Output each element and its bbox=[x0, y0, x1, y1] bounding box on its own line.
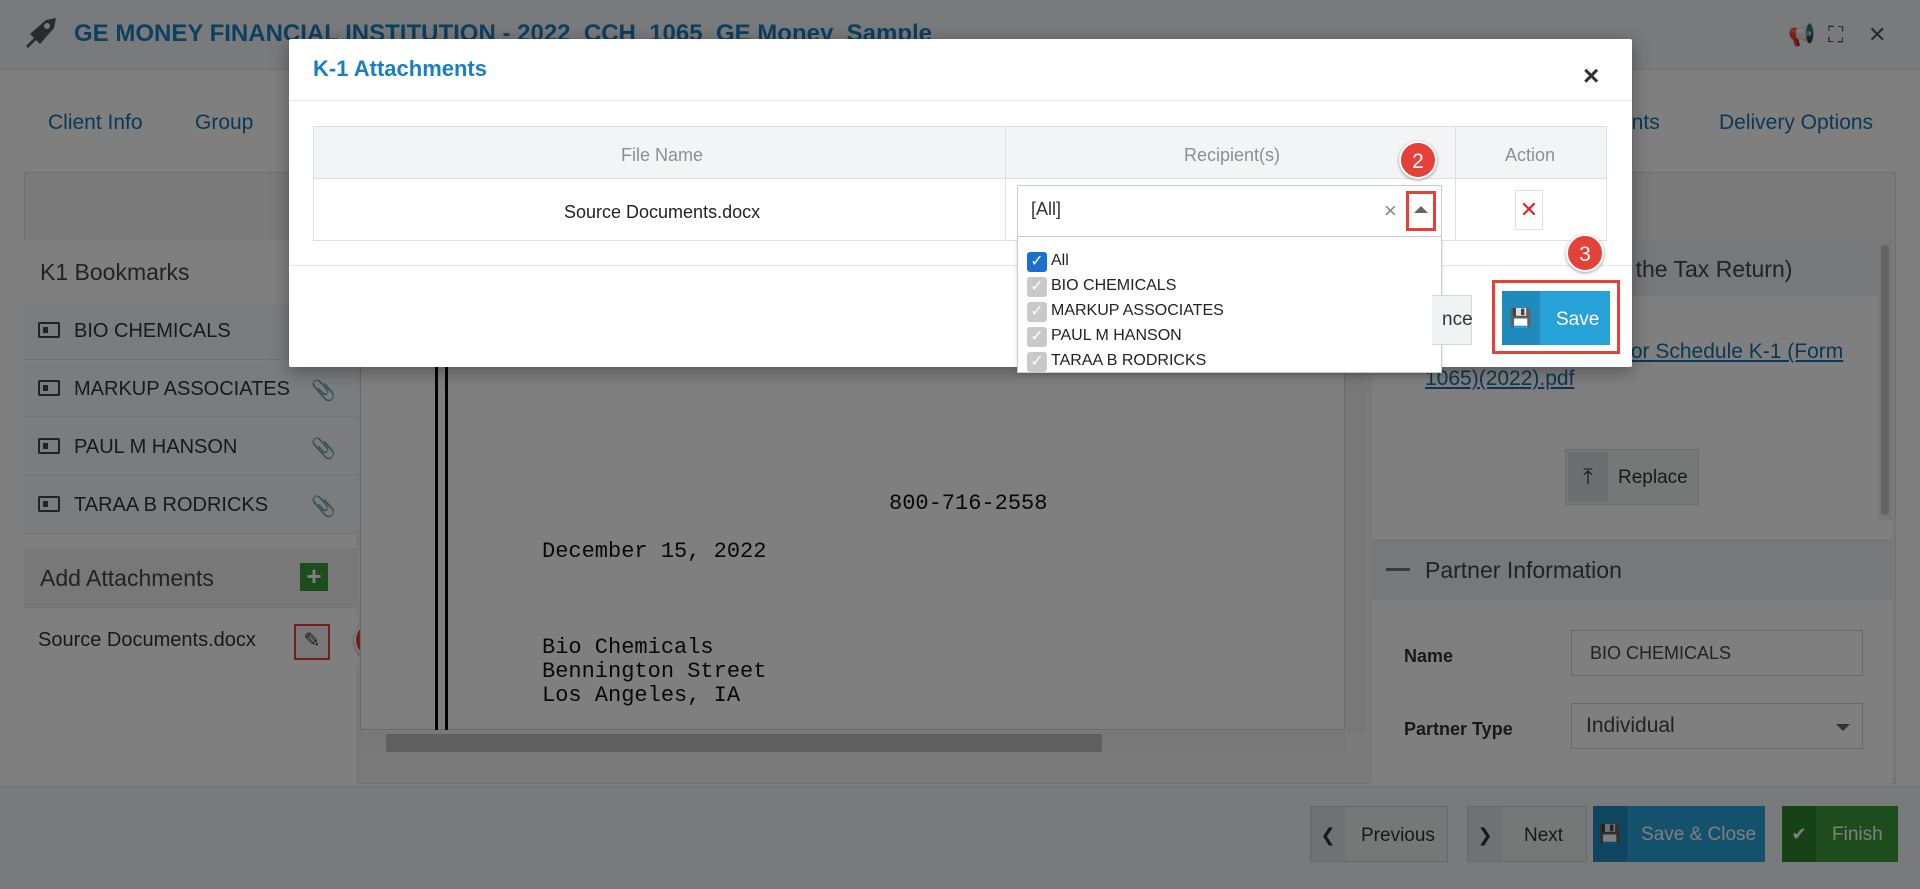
clear-selection-icon[interactable]: × bbox=[1384, 200, 1397, 222]
divider bbox=[289, 100, 1632, 101]
cancel-label: ncel bbox=[1442, 309, 1472, 330]
option-label: TARAA B RODRICKS bbox=[1051, 352, 1207, 369]
checkbox-checked-icon[interactable]: ✓ bbox=[1027, 277, 1047, 297]
chevron-up-icon bbox=[1414, 206, 1428, 213]
option-label: BIO CHEMICALS bbox=[1051, 277, 1177, 294]
save-label: Save bbox=[1556, 309, 1600, 330]
column-header-recipients: Recipient(s) bbox=[1184, 145, 1281, 165]
modal-close-icon[interactable]: × bbox=[1583, 60, 1599, 92]
column-divider bbox=[1005, 127, 1006, 240]
delete-row-button[interactable]: ✕ bbox=[1515, 190, 1543, 230]
recipients-value: [All] bbox=[1031, 199, 1062, 219]
save-icon: 💾 bbox=[1502, 291, 1540, 345]
option-label: MARKUP ASSOCIATES bbox=[1051, 302, 1224, 319]
checkbox-checked-icon[interactable]: ✓ bbox=[1027, 302, 1047, 322]
callout-badge-3: 3 bbox=[1566, 234, 1604, 272]
modal-title: K-1 Attachments bbox=[313, 56, 487, 81]
checkbox-checked-icon[interactable]: ✓ bbox=[1027, 327, 1047, 347]
callout-badge-2: 2 bbox=[1399, 141, 1437, 179]
recipients-select[interactable] bbox=[1017, 185, 1442, 237]
column-header-action: Action bbox=[1505, 145, 1556, 165]
option-label: PAUL M HANSON bbox=[1051, 327, 1182, 344]
checkbox-checked-icon[interactable]: ✓ bbox=[1027, 352, 1047, 372]
table-cell-file-name: Source Documents.docx bbox=[564, 202, 761, 222]
option-label: All bbox=[1051, 252, 1069, 269]
checkbox-checked-icon[interactable]: ✓ bbox=[1027, 252, 1047, 272]
column-divider bbox=[1455, 127, 1456, 240]
column-header-file-name: File Name bbox=[621, 145, 704, 165]
